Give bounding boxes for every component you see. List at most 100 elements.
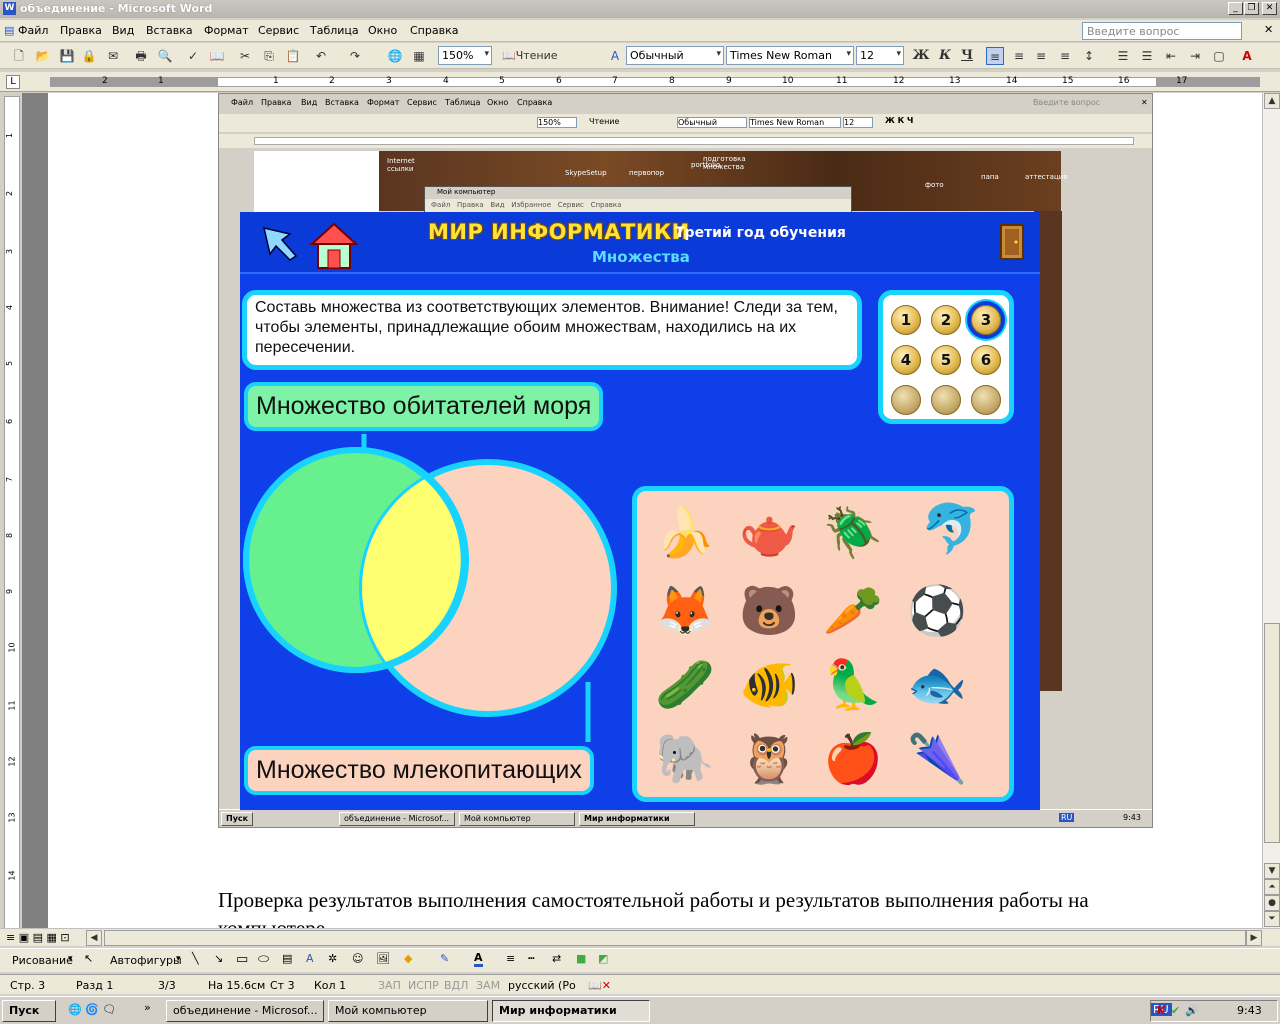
print-icon[interactable]: 🖶 — [132, 47, 150, 65]
umbrella-item[interactable]: 🌂 — [901, 725, 973, 793]
exit-door-icon[interactable] — [1000, 224, 1024, 260]
oval-icon[interactable]: ⬭ — [258, 952, 269, 967]
save-icon[interactable]: 💾 — [58, 47, 76, 65]
status-ext[interactable]: ВДЛ — [444, 979, 468, 992]
wordart-icon[interactable]: A — [306, 952, 314, 965]
goldfish-item[interactable]: 🐠 — [733, 651, 805, 719]
quicklaunch-more-icon[interactable]: » — [144, 1001, 151, 1014]
scroll-right-button[interactable]: ▶ — [1246, 930, 1262, 946]
mir-informatiki-app[interactable]: МИР ИНФОРМАТИКИ Третий год обучения Множ… — [240, 212, 1040, 810]
fill-color-icon[interactable]: ◆ — [404, 952, 412, 965]
document-paragraph[interactable]: Проверка результатов выполнения самостоя… — [218, 886, 1138, 928]
preview-icon[interactable]: 🔍 — [156, 47, 174, 65]
owl-item[interactable]: 🦉 — [733, 725, 805, 793]
menu-file[interactable]: Файл — [18, 24, 48, 37]
underline-button[interactable]: Ч — [958, 47, 976, 65]
status-ovr[interactable]: ЗАМ — [476, 979, 500, 992]
open-icon[interactable]: 📂 — [34, 47, 52, 65]
task-button-mycomputer[interactable]: Мой компьютер — [328, 1000, 488, 1022]
shadow-icon[interactable]: ■ — [576, 952, 586, 965]
spelling-icon[interactable]: ✓ — [184, 47, 202, 65]
dash-style-icon[interactable]: ┅ — [528, 952, 535, 965]
email-icon[interactable]: ✉ — [104, 47, 122, 65]
scroll-thumb[interactable] — [1264, 623, 1280, 843]
task-number-blank[interactable] — [971, 385, 1001, 415]
fox-item[interactable]: 🦊 — [649, 577, 721, 645]
banana-item[interactable]: 🍌 — [649, 499, 721, 567]
next-page-button[interactable]: ⏷ — [1264, 911, 1280, 927]
apple-item[interactable]: 🍎 — [817, 725, 889, 793]
new-doc-icon[interactable]: 🗋 — [10, 47, 28, 65]
line-style-icon[interactable]: ≡ — [506, 952, 515, 965]
arrow-style-icon[interactable]: ⇄ — [552, 952, 561, 965]
undo-icon[interactable]: ↶ — [312, 47, 330, 65]
fish-item[interactable]: 🐟 — [901, 651, 973, 719]
textbox-icon[interactable]: ▤ — [282, 952, 292, 965]
menu-edit[interactable]: Правка — [60, 24, 102, 37]
style-combo[interactable]: Обычный — [626, 46, 724, 65]
reading-button[interactable]: 📖Чтение — [502, 47, 562, 65]
picture-icon[interactable]: 🖼 — [376, 952, 390, 965]
tray-antivirus-icon[interactable]: K — [1157, 1004, 1166, 1017]
scroll-left-button[interactable]: ◀ — [86, 930, 102, 946]
line-icon[interactable]: ╲ — [192, 952, 199, 965]
tray-volume-icon[interactable]: 🔊 — [1185, 1004, 1199, 1017]
diagram-icon[interactable]: ✲ — [328, 952, 337, 965]
task-number-button[interactable]: 6 — [971, 345, 1001, 375]
styles-icon[interactable]: A — [606, 47, 624, 65]
line-spacing-icon[interactable]: ↕ — [1080, 47, 1098, 65]
task-number-button[interactable]: 4 — [891, 345, 921, 375]
hscroll-thumb[interactable] — [104, 930, 1246, 946]
justify-icon[interactable]: ≡ — [1056, 47, 1074, 65]
copy-icon[interactable]: ⎘ — [260, 47, 278, 65]
task-number-button[interactable]: 5 — [931, 345, 961, 375]
table-icon[interactable]: ▦ — [410, 47, 428, 65]
ask-question-input[interactable]: Введите вопрос — [1082, 22, 1242, 40]
hyperlink-icon[interactable]: 🌐 — [386, 47, 404, 65]
border-icon[interactable]: ▢ — [1210, 47, 1228, 65]
font-color-icon[interactable]: A — [1238, 47, 1256, 65]
task-number-blank[interactable] — [891, 385, 921, 415]
clipart-icon[interactable]: ☺ — [352, 952, 363, 965]
task-number-button[interactable]: 1 — [891, 305, 921, 335]
menu-format[interactable]: Формат — [204, 24, 249, 37]
task-button-mir[interactable]: Мир информатики — [492, 1000, 650, 1022]
minimize-button[interactable]: _ — [1228, 2, 1243, 15]
italic-button[interactable]: К — [936, 47, 954, 65]
arrow-back-icon[interactable] — [260, 224, 300, 264]
task-number-blank[interactable] — [931, 385, 961, 415]
menu-view[interactable]: Вид — [112, 24, 134, 37]
home-icon[interactable] — [308, 220, 360, 272]
task-button-word[interactable]: объединение - Microsof... — [166, 1000, 324, 1022]
bullets-icon[interactable]: ☰ — [1138, 47, 1156, 65]
menu-table[interactable]: Таблица — [310, 24, 359, 37]
start-button[interactable]: Пуск — [2, 1000, 56, 1022]
close-button[interactable]: ✕ — [1262, 2, 1277, 15]
status-rec[interactable]: ЗАП — [378, 979, 401, 992]
status-trk[interactable]: ИСПР — [408, 979, 439, 992]
beetle-item[interactable]: 🪲 — [817, 499, 889, 567]
tray-app-icon[interactable]: ✔ — [1171, 1004, 1180, 1017]
select-objects-icon[interactable]: ↖ — [84, 952, 93, 965]
scroll-down-button[interactable]: ▼ — [1264, 863, 1280, 879]
cucumber-item[interactable]: 🥒 — [649, 651, 721, 719]
align-center-icon[interactable]: ≡ — [1010, 47, 1028, 65]
font-combo[interactable]: Times New Roman — [726, 46, 854, 65]
font-color-draw-icon[interactable]: A — [474, 951, 483, 967]
redo-icon[interactable]: ↷ — [346, 47, 364, 65]
prev-page-button[interactable]: ⏶ — [1264, 879, 1280, 895]
autoshapes-menu[interactable]: Автофигуры — [110, 954, 182, 967]
menu-help[interactable]: Справка — [410, 24, 458, 37]
research-icon[interactable]: 📖 — [208, 47, 226, 65]
close-doc-icon[interactable]: ✕ — [1264, 23, 1273, 36]
doc-icon[interactable]: ▤ — [4, 24, 14, 37]
quicklaunch-icons[interactable]: 🌐 🌀 🗨 — [68, 1003, 116, 1016]
maximize-button[interactable]: ❐ — [1244, 2, 1259, 15]
horizontal-scrollbar[interactable]: ≡ ▣ ▤ ▦ ⊡ ◀ ▶ — [0, 928, 1280, 946]
teapot-item[interactable]: 🫖 — [733, 499, 805, 567]
menu-tools[interactable]: Сервис — [258, 24, 299, 37]
indent-increase-icon[interactable]: ⇥ — [1186, 47, 1204, 65]
ball-item[interactable]: ⚽ — [901, 577, 973, 645]
elephant-item[interactable]: 🐘 — [649, 725, 721, 793]
permission-icon[interactable]: 🔒 — [80, 47, 98, 65]
